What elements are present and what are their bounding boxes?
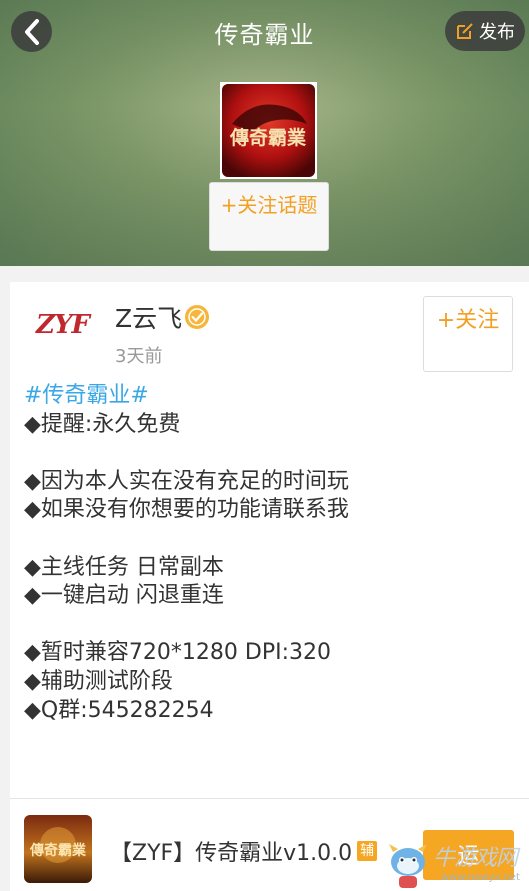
post-line-blank bbox=[24, 439, 519, 468]
post-time: 3天前 bbox=[115, 346, 163, 367]
post-line: ◆如果没有你想要的功能请联系我 bbox=[24, 497, 349, 523]
post-card: ZYF Z云飞 3天前 +关注 #传奇霸业# ◆提醒:永久免费 ◆因为本人实在没… bbox=[10, 282, 529, 891]
mascot-icon bbox=[389, 844, 427, 888]
edit-icon bbox=[457, 23, 473, 39]
post-line: ◆辅助测试阶段 bbox=[24, 668, 173, 694]
author-name-text: Z云飞 bbox=[115, 304, 183, 333]
follow-user-button[interactable]: +关注 bbox=[423, 296, 513, 372]
post-line: ◆因为本人实在没有充足的时间玩 bbox=[24, 468, 349, 494]
avatar[interactable]: ZYF bbox=[36, 310, 92, 344]
avatar-text: ZYF bbox=[36, 310, 90, 340]
verified-icon bbox=[185, 305, 210, 329]
app-icon[interactable]: 傳奇霸業 bbox=[24, 815, 92, 883]
topic-logo: 傳奇霸業 bbox=[220, 82, 317, 179]
post-line-blank bbox=[24, 525, 519, 554]
author-name[interactable]: Z云飞 bbox=[115, 299, 210, 335]
hashtag-link[interactable]: #传奇霸业# bbox=[24, 382, 519, 411]
app-icon-text: 傳奇霸業 bbox=[29, 842, 87, 859]
publish-button[interactable]: 发布 bbox=[445, 11, 525, 51]
post-line: ◆主线任务 日常副本 bbox=[24, 554, 224, 580]
post-content: #传奇霸业# ◆提醒:永久免费 ◆因为本人实在没有充足的时间玩 ◆如果没有你想要… bbox=[24, 382, 519, 725]
watermark-url: www.newyx.net bbox=[441, 872, 520, 883]
watermark-logo: 牛游戏网 www.newyx.net bbox=[385, 840, 529, 891]
post-line: ◆一键启动 闪退重连 bbox=[24, 583, 224, 609]
divider bbox=[10, 798, 529, 799]
post-line: ◆Q群:545282254 bbox=[24, 697, 214, 723]
post-line: ◆暂时兼容720*1280 DPI:320 bbox=[24, 640, 331, 666]
publish-label: 发布 bbox=[479, 22, 515, 43]
app-name-text: 【ZYF】传奇霸业v1.0.0 bbox=[110, 841, 353, 866]
post-line-blank bbox=[24, 611, 519, 640]
topic-header: 传奇霸业 发布 傳奇霸業 +关注话题 bbox=[0, 0, 529, 266]
app-name[interactable]: 【ZYF】传奇霸业v1.0.0 辅 bbox=[110, 835, 378, 867]
helper-badge: 辅 bbox=[357, 841, 378, 861]
watermark-text: 牛游戏网 bbox=[433, 846, 518, 871]
topic-logo-text: 傳奇霸業 bbox=[229, 126, 307, 149]
follow-topic-button[interactable]: +关注话题 bbox=[209, 182, 329, 251]
post-line: ◆提醒:永久免费 bbox=[24, 411, 181, 437]
